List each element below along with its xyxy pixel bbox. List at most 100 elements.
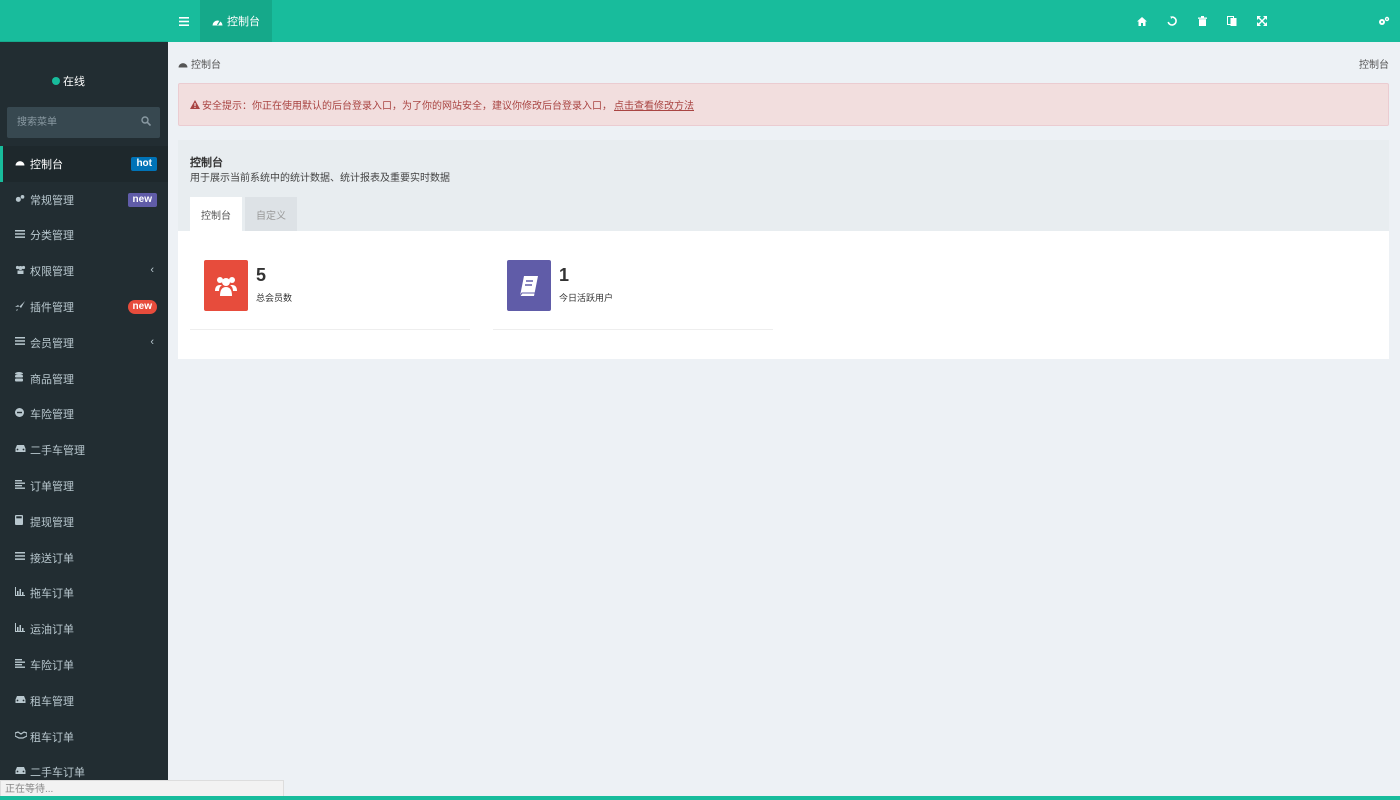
alert-text: 安全提示：你正在使用默认的后台登录入口，为了你的网站安全，建议你修改后台登录入口…: [202, 101, 612, 112]
breadcrumb: 控制台: [178, 56, 221, 71]
toolbar-icons: [1134, 0, 1270, 42]
cogs-icon[interactable]: [1376, 13, 1392, 29]
sidebar-item-category[interactable]: 分类管理: [0, 218, 168, 254]
sidebar-item-label: 二手车订单: [30, 767, 85, 780]
tab-dashboard[interactable]: 控制台: [190, 197, 242, 231]
main-content: 控制台 控制台 安全提示：你正在使用默认的后台登录入口，为了你的网站安全，建议你…: [168, 42, 1400, 794]
sidebar-item-insurance-order[interactable]: 车险订单: [0, 647, 168, 683]
sidebar-item-tow-order[interactable]: 拖车订单: [0, 576, 168, 612]
security-alert: 安全提示：你正在使用默认的后台登录入口，为了你的网站安全，建议你修改后台登录入口…: [178, 83, 1389, 126]
sidebar-item-label: 控制台: [30, 158, 63, 171]
stat-total-members: 5 总会员数: [190, 260, 470, 330]
database-icon: [15, 372, 29, 385]
sidebar-search: [7, 107, 160, 138]
calculator-icon: [15, 515, 29, 528]
chevron-left-icon: ‹: [150, 335, 154, 348]
breadcrumb-right: 控制台: [1359, 60, 1389, 71]
sidebar-item-usedcar[interactable]: 二手车管理: [0, 432, 168, 468]
online-status: 在线: [52, 73, 85, 89]
sidebar-item-auth[interactable]: 权限管理 ‹: [0, 253, 168, 289]
stat-value: 1: [559, 265, 570, 285]
search-icon[interactable]: [141, 116, 152, 129]
language-icon[interactable]: [1224, 13, 1240, 29]
align-left-icon: [15, 480, 29, 492]
sidebar-item-label: 运油订单: [30, 624, 74, 637]
sidebar-item-label: 插件管理: [30, 302, 74, 315]
stat-label: 今日活跃用户: [559, 293, 614, 303]
group-icon: [15, 265, 29, 277]
trash-icon[interactable]: [1194, 13, 1210, 29]
car-icon: [15, 444, 29, 456]
list-icon: [15, 229, 29, 241]
sidebar-item-pickup-order[interactable]: 接送订单: [0, 540, 168, 576]
stat-active-users: 1 今日活跃用户: [493, 260, 773, 330]
dashboard-icon: [178, 62, 188, 68]
stat-label: 总会员数: [256, 293, 293, 303]
bar-chart-icon: [15, 587, 29, 599]
bottom-progress-line: [0, 796, 1400, 800]
sidebar-item-label: 车险管理: [30, 409, 74, 422]
sidebar-item-rental[interactable]: 租车管理: [0, 683, 168, 719]
minus-circle-icon: [15, 408, 29, 420]
sidebar-toggle-button[interactable]: [168, 0, 200, 42]
rocket-icon: [15, 300, 29, 314]
sidebar-item-withdraw[interactable]: 提现管理: [0, 504, 168, 540]
bar-chart-icon: [15, 623, 29, 635]
sidebar-item-label: 分类管理: [30, 230, 74, 243]
sidebar-item-label: 拖车订单: [30, 588, 74, 601]
warning-icon: [190, 100, 200, 109]
sidebar-item-label: 提现管理: [30, 516, 74, 529]
new-badge: new: [127, 192, 157, 207]
sidebar-item-label: 二手车管理: [30, 445, 85, 458]
car-icon: [15, 695, 29, 707]
sidebar-item-general[interactable]: 常规管理 new: [0, 182, 168, 218]
handshake-icon: [14, 731, 29, 742]
breadcrumb-label[interactable]: 控制台: [191, 56, 221, 71]
sidebar-item-label: 会员管理: [30, 337, 74, 350]
sidebar-item-insurance[interactable]: 车险管理: [0, 397, 168, 433]
tab-dashboard[interactable]: 控制台: [200, 0, 272, 42]
menu-icon: [179, 16, 189, 26]
alert-link[interactable]: 点击查看修改方法: [614, 97, 694, 112]
online-dot-icon: [52, 77, 60, 85]
sidebar-item-label: 租车订单: [30, 731, 74, 744]
car-icon: [15, 766, 29, 778]
chevron-left-icon: ‹: [150, 264, 154, 277]
list-icon: [15, 337, 29, 348]
dashboard-panel: 控制台 用于展示当前系统中的统计数据、统计报表及重要实时数据 控制台 自定义 5…: [178, 140, 1389, 359]
user-panel: 在线: [0, 42, 168, 106]
tab-custom[interactable]: 自定义: [245, 197, 297, 231]
hot-badge: hot: [131, 157, 157, 171]
sidebar-item-label: 常规管理: [30, 194, 74, 207]
search-input[interactable]: [7, 107, 127, 138]
dashboard-icon: [15, 158, 29, 169]
panel-description: 用于展示当前系统中的统计数据、统计报表及重要实时数据: [190, 173, 450, 184]
sidebar-item-goods[interactable]: 商品管理: [0, 361, 168, 397]
panel-title: 控制台: [190, 157, 223, 169]
sidebar-item-rental-order[interactable]: 租车订单: [0, 719, 168, 755]
sidebar-item-label: 商品管理: [30, 373, 74, 386]
sidebar-item-member[interactable]: 会员管理 ‹: [0, 325, 168, 361]
sidebar-item-addon[interactable]: 插件管理 new: [0, 289, 168, 325]
tab-label: 控制台: [227, 16, 260, 28]
sidebar-item-oil-order[interactable]: 运油订单: [0, 611, 168, 647]
book-icon: [507, 260, 551, 311]
refresh-icon[interactable]: [1164, 13, 1180, 29]
dashboard-icon: [212, 20, 223, 25]
sidebar-menu: 控制台 hot 常规管理 new 分类管理 权限管理 ‹ 插件管理 new 会员…: [0, 146, 168, 790]
home-icon[interactable]: [1134, 13, 1150, 29]
users-icon: [204, 260, 248, 311]
sidebar-item-dashboard[interactable]: 控制台 hot: [0, 146, 168, 182]
panel-header: 控制台 用于展示当前系统中的统计数据、统计报表及重要实时数据 控制台 自定义: [178, 140, 1389, 231]
sidebar: 在线 控制台 hot 常规管理 new 分类管理 权限管理 ‹: [0, 42, 168, 800]
sidebar-item-label: 接送订单: [30, 552, 74, 565]
sidebar-item-label: 权限管理: [30, 266, 74, 279]
top-navbar: 控制台: [168, 0, 1400, 42]
status-text: 在线: [63, 76, 85, 88]
align-left-icon: [15, 659, 29, 671]
logo-area: [0, 0, 168, 42]
fullscreen-icon[interactable]: [1254, 13, 1270, 29]
cogs-icon: [15, 194, 29, 206]
sidebar-item-label: 租车管理: [30, 695, 74, 708]
sidebar-item-order[interactable]: 订单管理: [0, 468, 168, 504]
